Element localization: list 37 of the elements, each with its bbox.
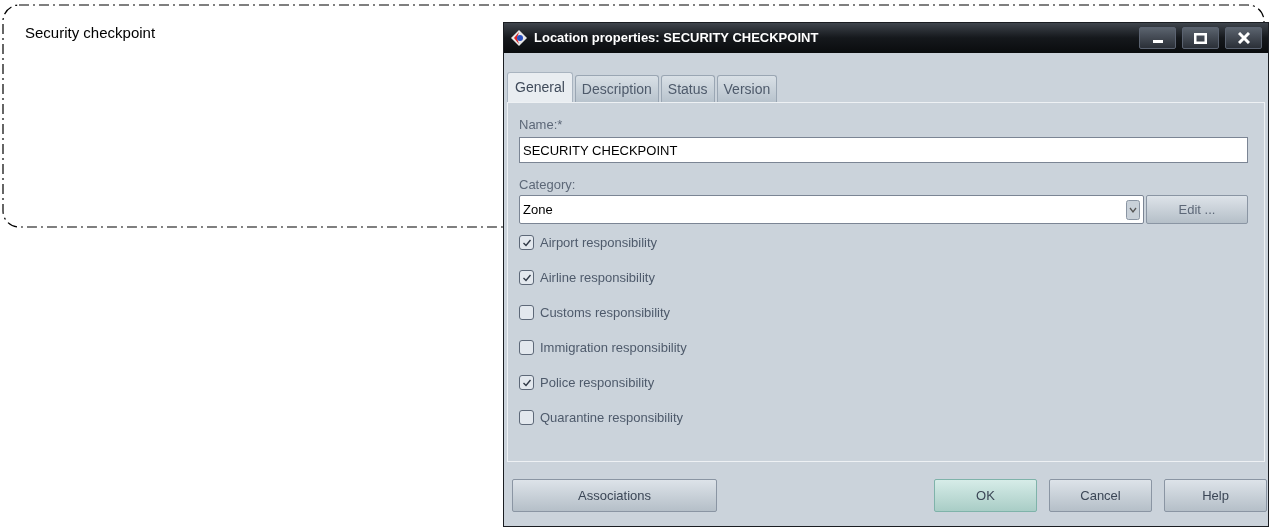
checkbox-label: Airport responsibility: [540, 233, 658, 252]
tab[interactable]: Status: [660, 75, 715, 102]
name-field[interactable]: SECURITY CHECKPOINT: [519, 137, 1248, 163]
checkbox-label: Customs responsibility: [540, 303, 671, 322]
edit-button[interactable]: Edit ...: [1146, 195, 1248, 224]
checkbox[interactable]: [519, 305, 534, 320]
tab[interactable]: General: [507, 72, 573, 102]
checkbox-label: Quarantine responsibility: [540, 408, 684, 427]
dialog-button[interactable]: Associations: [512, 479, 717, 512]
minimize-button[interactable]: [1139, 27, 1176, 49]
checkmark-icon: [521, 377, 532, 388]
tab[interactable]: Version: [716, 75, 778, 102]
close-button[interactable]: [1225, 27, 1262, 49]
category-dropdown[interactable]: Zone: [519, 195, 1144, 224]
app-logo-icon: [510, 29, 528, 47]
zone-node-label: Security checkpoint: [25, 23, 156, 43]
maximize-button[interactable]: [1182, 27, 1219, 49]
checkbox[interactable]: [519, 235, 534, 250]
close-icon: [1237, 32, 1250, 44]
checkbox-label: Airline responsibility: [540, 268, 655, 287]
field-label: Name:*: [519, 117, 564, 133]
checkbox[interactable]: [519, 410, 534, 425]
dialog-button[interactable]: Cancel: [1049, 479, 1152, 512]
window-title: Location properties: SECURITY CHECKPOINT: [534, 29, 820, 48]
checkbox-label: Immigration responsibility: [540, 338, 687, 357]
checkbox[interactable]: [519, 270, 534, 285]
checkmark-icon: [521, 272, 532, 283]
checkbox-label: Police responsibility: [540, 373, 655, 392]
checkbox[interactable]: [519, 340, 534, 355]
dialog-button[interactable]: OK: [934, 479, 1037, 512]
checkbox[interactable]: [519, 375, 534, 390]
dialog-button[interactable]: Help: [1164, 479, 1267, 512]
field-label: Category:: [519, 177, 577, 193]
minimize-icon: [1152, 40, 1163, 43]
maximize-icon: [1194, 32, 1207, 44]
tab[interactable]: Description: [574, 75, 659, 102]
checkmark-icon: [521, 237, 532, 248]
